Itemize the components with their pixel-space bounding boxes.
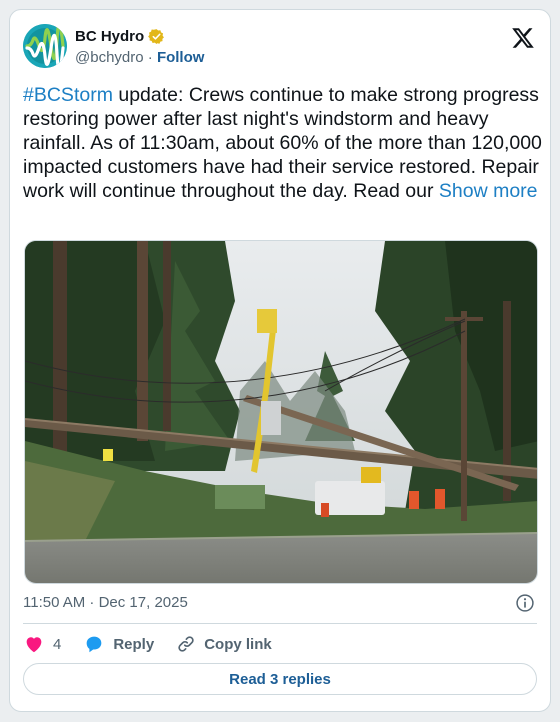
post-timestamp[interactable]: 11:50 AM · Dec 17, 2025 [23, 594, 188, 611]
storm-damage-photo [25, 241, 537, 583]
author-handle-row: @bchydro · Follow [75, 49, 204, 66]
show-more-link[interactable]: Show more [439, 180, 538, 202]
like-count: 4 [53, 635, 62, 653]
hashtag-link[interactable]: #BCStorm [23, 84, 113, 106]
read-replies-button[interactable]: Read 3 replies [23, 663, 537, 695]
link-icon [178, 636, 194, 652]
author-name[interactable]: BC Hydro [75, 28, 144, 45]
action-bar: 4 Reply Copy link [23, 632, 294, 656]
like-button[interactable]: 4 [23, 633, 61, 655]
author-handle[interactable]: @bchydro [75, 49, 144, 66]
post-card: BC Hydro @bchydro · Follow #BCStorm upda… [9, 9, 551, 712]
reply-bubble-icon [87, 636, 102, 653]
post-photo[interactable] [24, 240, 538, 584]
divider [23, 623, 537, 624]
author-name-row: BC Hydro [75, 28, 165, 45]
verified-badge-icon [148, 29, 165, 44]
bc-hydro-logo-icon [23, 24, 67, 68]
post-text: #BCStorm update: Crews continue to make … [23, 83, 543, 203]
reply-button[interactable]: Reply [83, 633, 154, 655]
separator-dot: · [147, 49, 153, 66]
reply-label: Reply [113, 635, 155, 653]
info-icon[interactable] [515, 593, 535, 613]
avatar[interactable] [23, 24, 67, 68]
copy-link-label: Copy link [204, 635, 272, 653]
heart-icon [26, 637, 42, 653]
post-header: BC Hydro @bchydro · Follow [23, 24, 537, 72]
x-logo-icon[interactable] [511, 26, 535, 50]
follow-button[interactable]: Follow [157, 49, 205, 66]
copy-link-button[interactable]: Copy link [176, 634, 272, 654]
